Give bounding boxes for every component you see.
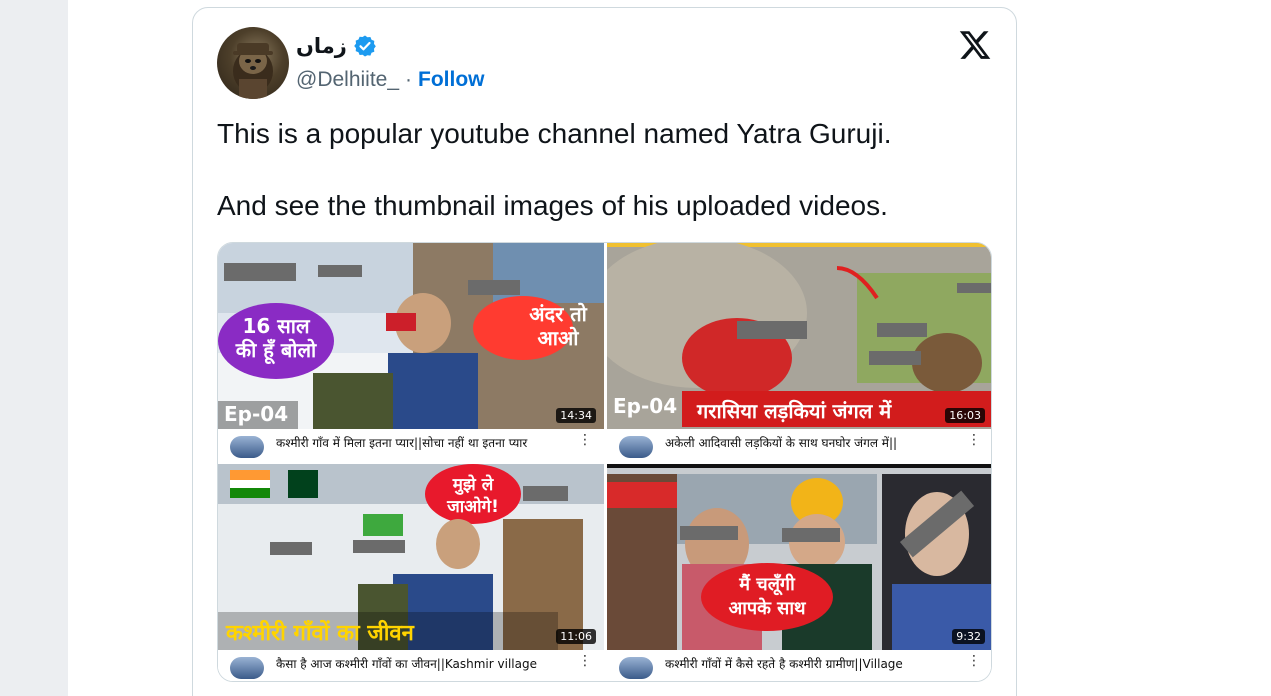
vertical-ellipsis-icon[interactable]: ⋮ [578, 653, 592, 669]
media-grid[interactable]: 16 साल की हूँ बोलो अंदर तो आओ Ep-04 14:3… [217, 242, 992, 682]
video-duration: 14:34 [556, 408, 596, 423]
author-name-row[interactable]: زماں [296, 34, 377, 58]
video-tile[interactable]: Ep-04 गरासिया लड़कियां जंगल में 16:03 अक… [607, 243, 991, 461]
svg-text:मैं चलूँगी: मैं चलूँगी [738, 573, 796, 596]
video-thumbnail[interactable]: मुझे ले जाओगे! कश्मीरी गाँवों का जीवन 11… [218, 464, 604, 650]
video-duration: 16:03 [945, 408, 985, 423]
separator-dot: · [405, 68, 413, 91]
vertical-ellipsis-icon[interactable]: ⋮ [967, 432, 981, 448]
author-handle-row: @Delhiite_ · Follow [296, 68, 485, 92]
channel-avatar[interactable] [230, 657, 264, 679]
overlay-hindi-text: कश्मीरी गाँवों का जीवन [225, 619, 415, 646]
svg-text:Ep-04: Ep-04 [613, 394, 677, 418]
tweet-text-line-1: This is a popular youtube channel named … [217, 118, 892, 149]
tweet-text-line-2: And see the thumbnail images of his uplo… [217, 190, 888, 221]
author-avatar[interactable] [217, 27, 289, 99]
author-display-name[interactable]: زماں [296, 34, 347, 58]
svg-text:मुझे ले: मुझे ले [452, 474, 495, 495]
svg-text:आपके साथ: आपके साथ [728, 597, 807, 619]
video-title[interactable]: कश्मीरी गाँव में मिला इतना प्यार||सोचा न… [276, 434, 576, 461]
left-gutter [0, 0, 68, 696]
video-duration: 9:32 [952, 629, 985, 644]
video-title[interactable]: कश्मीरी गाँवों में कैसे रहते है कश्मीरी … [665, 655, 965, 681]
video-meta: कैसा है आज कश्मीरी गाँवों का जीवन||Kashm… [218, 651, 604, 681]
author-handle[interactable]: @Delhiite_ [296, 68, 399, 92]
channel-avatar[interactable] [230, 436, 264, 458]
video-duration: 11:06 [556, 629, 596, 644]
vertical-ellipsis-icon[interactable]: ⋮ [967, 653, 981, 669]
video-thumbnail[interactable]: 16 साल की हूँ बोलो अंदर तो आओ Ep-04 14:3… [218, 243, 604, 429]
video-tile[interactable]: मैं चलूँगी आपके साथ 9:32 कश्मीरी गाँवों … [607, 464, 991, 681]
tweet-body: This is a popular youtube channel named … [217, 116, 997, 260]
video-tile[interactable]: 16 साल की हूँ बोलो अंदर तो आओ Ep-04 14:3… [218, 243, 604, 461]
video-meta: कश्मीरी गाँवों में कैसे रहते है कश्मीरी … [607, 651, 991, 681]
svg-text:आओ: आओ [538, 326, 580, 350]
x-logo-icon[interactable] [958, 28, 992, 62]
channel-avatar[interactable] [619, 657, 653, 679]
video-title[interactable]: अकेली आदिवासी लड़कियों के साथ घनघोर जंगल… [665, 434, 965, 461]
follow-button[interactable]: Follow [418, 68, 485, 92]
tweet-card[interactable]: زماں @Delhiite_ · Follow This is a popul… [192, 7, 1017, 696]
video-thumbnail[interactable]: Ep-04 गरासिया लड़कियां जंगल में 16:03 [607, 243, 991, 429]
video-meta: कश्मीरी गाँव में मिला इतना प्यार||सोचा न… [218, 430, 604, 461]
channel-avatar[interactable] [619, 436, 653, 458]
video-tile[interactable]: मुझे ले जाओगे! कश्मीरी गाँवों का जीवन 11… [218, 464, 604, 681]
vertical-ellipsis-icon[interactable]: ⋮ [578, 432, 592, 448]
video-thumbnail[interactable]: मैं चलूँगी आपके साथ 9:32 [607, 464, 991, 650]
svg-text:Ep-04: Ep-04 [224, 402, 288, 426]
video-meta: अकेली आदिवासी लड़कियों के साथ घनघोर जंगल… [607, 430, 991, 461]
overlay-hindi-text: गरासिया लड़कियां जंगल में [696, 399, 892, 423]
svg-text:अंदर तो: अंदर तो [529, 302, 587, 326]
svg-text:16 साल: 16 साल [242, 314, 310, 338]
verified-badge-icon [354, 35, 376, 57]
svg-text:की हूँ बोलो: की हूँ बोलो [235, 338, 317, 365]
video-title[interactable]: कैसा है आज कश्मीरी गाँवों का जीवन||Kashm… [276, 655, 576, 681]
svg-text:जाओगे!: जाओगे! [446, 496, 499, 517]
